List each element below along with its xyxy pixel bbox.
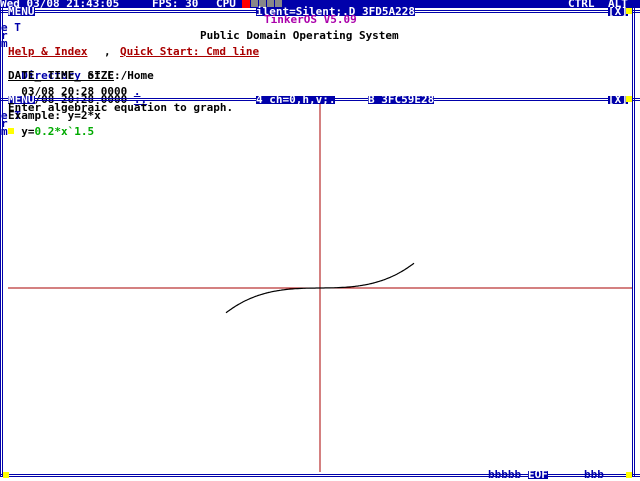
graph-canvas	[8, 104, 632, 472]
equation-prefix: y=	[21, 125, 35, 138]
graph-prompt-line-2: Example: y=2*x	[8, 109, 101, 122]
status-dots-left: bbbbb	[488, 468, 522, 481]
eof-indicator: EOF	[528, 468, 548, 481]
equation-input[interactable]: y=0.2*x`1.5	[8, 120, 95, 138]
equation-value[interactable]: 0.2*x`1.5	[35, 125, 95, 138]
status-dots-right: bbb	[584, 468, 604, 481]
